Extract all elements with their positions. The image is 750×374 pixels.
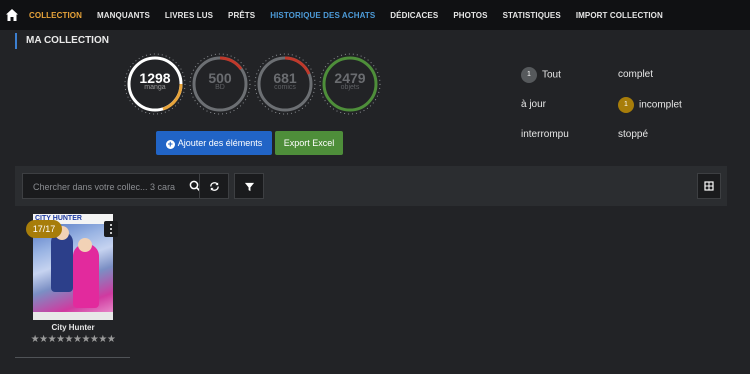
gauge-comics: 681 comics <box>253 52 317 116</box>
main-nav: COLLECTION MANQUANTS LIVRES LUS PRÊTS HI… <box>29 11 678 20</box>
nav-livres-lus[interactable]: LIVRES LUS <box>165 11 213 20</box>
grid-view-button[interactable] <box>697 173 721 199</box>
filter-stoppe[interactable]: stoppé <box>618 129 648 140</box>
filter-tout[interactable]: 1 Tout <box>521 67 561 83</box>
gauge-manga-label: manga <box>144 84 166 91</box>
gauge-objets: 2479 objets <box>318 52 382 116</box>
volume-count-badge: 17/17 <box>26 220 62 238</box>
card-divider <box>15 357 130 358</box>
top-navigation-bar: COLLECTION MANQUANTS LIVRES LUS PRÊTS HI… <box>0 0 750 30</box>
card-title[interactable]: City Hunter <box>33 323 113 332</box>
gauge-manga: 1298 manga <box>123 52 187 116</box>
filter-funnel-icon <box>244 182 254 191</box>
add-items-label: Ajouter des éléments <box>177 138 263 148</box>
main-content: MA COLLECTION 1298 manga 500 BD 681 comi… <box>0 30 750 374</box>
filter-tout-count: 1 <box>521 67 537 83</box>
gauge-comics-label: comics <box>274 84 296 91</box>
export-excel-button[interactable]: Export Excel <box>275 131 343 155</box>
filter-button[interactable] <box>234 173 264 199</box>
gauge-bd-label: BD <box>215 84 225 91</box>
nav-collection[interactable]: COLLECTION <box>29 11 82 20</box>
page-title: MA COLLECTION <box>15 33 109 49</box>
add-items-button[interactable]: + Ajouter des éléments <box>156 131 272 155</box>
filter-incomplet-count: 1 <box>618 97 634 113</box>
filter-complet[interactable]: complet <box>618 69 653 80</box>
grid-view-icon <box>704 181 714 191</box>
filter-incomplet[interactable]: 1 incomplet <box>618 97 682 113</box>
filter-interrompu[interactable]: interrompu <box>521 129 569 140</box>
nav-import-collection[interactable]: IMPORT COLLECTION <box>576 11 663 20</box>
nav-dedicaces[interactable]: DÉDICACES <box>390 11 438 20</box>
nav-statistiques[interactable]: STATISTIQUES <box>503 11 561 20</box>
collection-toolbar <box>15 166 727 206</box>
filter-incomplet-label: incomplet <box>639 99 682 111</box>
home-icon[interactable] <box>5 8 19 22</box>
gauge-bd: 500 BD <box>188 52 252 116</box>
nav-photos[interactable]: PHOTOS <box>453 11 487 20</box>
refresh-button[interactable] <box>199 173 229 199</box>
plus-circle-icon: + <box>165 139 175 149</box>
rating-stars[interactable]: ★★★★★★★★★★ <box>30 334 116 345</box>
refresh-icon <box>209 181 219 191</box>
nav-historique-achats[interactable]: HISTORIQUE DES ACHATS <box>270 11 375 20</box>
nav-prets[interactable]: PRÊTS <box>228 11 255 20</box>
search-input[interactable] <box>31 174 183 200</box>
filter-tout-label: Tout <box>542 69 561 81</box>
filter-a-jour[interactable]: à jour <box>521 99 546 110</box>
search-box <box>22 173 208 200</box>
gauge-objets-label: objets <box>340 84 360 91</box>
more-options-icon[interactable] <box>104 221 118 237</box>
nav-manquants[interactable]: MANQUANTS <box>97 11 150 20</box>
